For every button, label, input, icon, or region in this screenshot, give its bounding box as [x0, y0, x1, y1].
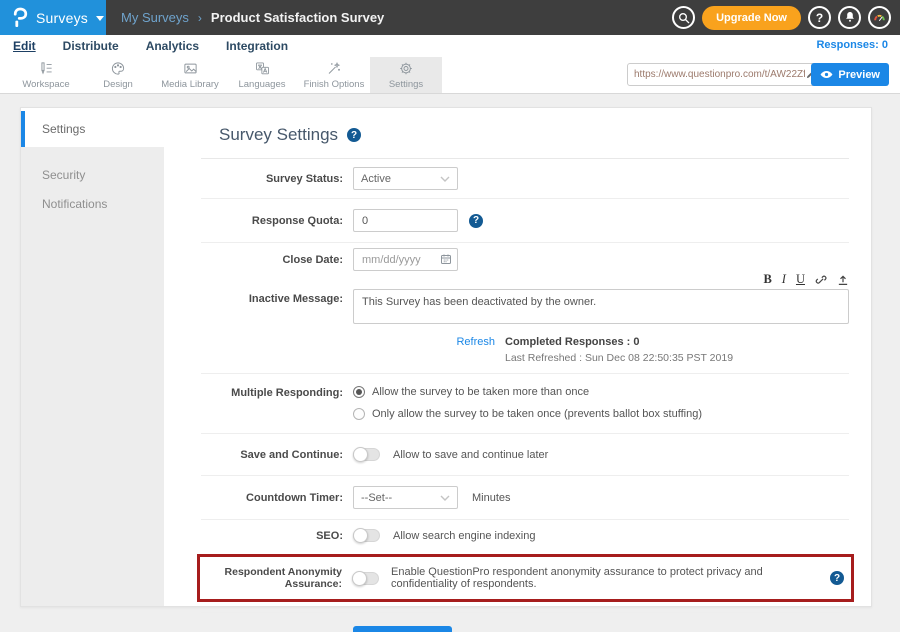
chevron-down-icon [440, 495, 450, 501]
save-row: Save Changes [201, 613, 849, 632]
survey-status-row: Survey Status: Active [201, 159, 849, 199]
completed-responses-text: Completed Responses : 0 [505, 336, 733, 348]
toolbar-tab-design[interactable]: Design [82, 57, 154, 93]
seo-toggle[interactable] [353, 529, 380, 542]
settings-sidebar: Settings Security Notifications [21, 108, 164, 606]
nav-tab-distribute[interactable]: Distribute [63, 39, 119, 53]
notifications-bell-icon[interactable] [838, 6, 861, 29]
sidebar-item-settings[interactable]: Settings [21, 111, 164, 147]
seo-label: SEO: [201, 530, 353, 542]
italic-button[interactable]: I [782, 273, 786, 286]
last-refreshed-text: Last Refreshed : Sun Dec 08 22:50:35 PST… [505, 352, 733, 364]
edit-toolbar: Workspace Design Media Library Languages… [0, 57, 900, 94]
seo-text: Allow search engine indexing [393, 530, 535, 542]
eye-icon [820, 70, 833, 79]
media-library-icon [182, 61, 199, 76]
breadcrumb: My Surveys › Product Satisfaction Survey [121, 0, 384, 35]
countdown-timer-select[interactable]: --Set-- [353, 486, 458, 509]
workspace-icon [38, 61, 54, 76]
radio-option-multiple-allowed[interactable]: Allow the survey to be taken more than o… [353, 386, 702, 398]
toolbar-tab-media-library[interactable]: Media Library [154, 57, 226, 93]
response-quota-label: Response Quota: [201, 215, 353, 227]
breadcrumb-my-surveys[interactable]: My Surveys [121, 10, 189, 25]
nav-tab-integration[interactable]: Integration [226, 39, 288, 53]
underline-button[interactable]: U [796, 273, 805, 286]
upgrade-now-button[interactable]: Upgrade Now [702, 6, 801, 30]
inactive-message-textarea[interactable]: This Survey has been deactivated by the … [353, 289, 849, 324]
radio-option-once-only[interactable]: Only allow the survey to be taken once (… [353, 408, 702, 420]
product-name: Surveys [36, 10, 88, 26]
settings-gear-icon [398, 61, 414, 76]
top-header-bar: Surveys My Surveys › Product Satisfactio… [0, 0, 900, 35]
bold-button[interactable]: B [763, 273, 771, 286]
anonymity-help-icon[interactable]: ? [830, 571, 844, 585]
nav-tab-analytics[interactable]: Analytics [146, 39, 199, 53]
anonymity-label: Respondent Anonymity Assurance: [200, 566, 352, 590]
help-icon[interactable]: ? [808, 6, 831, 29]
chevron-down-icon [440, 176, 450, 182]
breadcrumb-separator: › [198, 11, 202, 25]
radio-unselected-icon[interactable] [353, 408, 365, 420]
inactive-message-label: Inactive Message: [201, 272, 353, 305]
finish-options-icon [326, 61, 342, 76]
survey-status-select[interactable]: Active [353, 167, 458, 190]
countdown-timer-row: Countdown Timer: --Set-- Minutes [201, 476, 849, 520]
product-switcher[interactable]: Surveys [0, 0, 106, 35]
save-and-continue-text: Allow to save and continue later [393, 449, 548, 461]
responses-count[interactable]: Responses: 0 [816, 39, 888, 51]
header-actions: Upgrade Now ? [672, 0, 891, 35]
sidebar-inactive-group: Security Notifications [21, 147, 164, 606]
refresh-link[interactable]: Refresh [353, 336, 505, 348]
link-icon[interactable] [815, 274, 827, 286]
refresh-row: Refresh Completed Responses : 0 Last Ref… [353, 336, 849, 364]
countdown-timer-label: Countdown Timer: [201, 492, 353, 504]
countdown-minutes-text: Minutes [472, 492, 511, 504]
nav-tab-edit[interactable]: Edit [13, 39, 36, 53]
upload-image-icon[interactable] [837, 274, 849, 286]
languages-icon [254, 61, 271, 76]
settings-card: Settings Security Notifications Survey S… [20, 107, 872, 607]
survey-url-field[interactable]: https://www.questionpro.com/t/AW22Zf4yf [627, 63, 823, 86]
save-changes-button[interactable]: Save Changes [353, 626, 452, 632]
save-and-continue-row: Save and Continue: Allow to save and con… [201, 434, 849, 476]
page-title: Survey Settings [219, 125, 338, 145]
sidebar-item-security[interactable]: Security [21, 160, 164, 189]
response-quota-input[interactable] [353, 209, 458, 232]
settings-content: Survey Settings ? Survey Status: Active … [164, 108, 871, 606]
save-and-continue-toggle[interactable] [353, 448, 380, 461]
response-quota-help-icon[interactable]: ? [469, 214, 483, 228]
toolbar-tab-workspace[interactable]: Workspace [10, 57, 82, 93]
seo-row: SEO: Allow search engine indexing [201, 520, 849, 551]
chevron-down-icon [96, 16, 104, 21]
radio-selected-icon[interactable] [353, 386, 365, 398]
preview-button[interactable]: Preview [811, 63, 889, 86]
close-date-label: Close Date: [201, 254, 353, 266]
search-icon[interactable] [672, 6, 695, 29]
sidebar-item-notifications[interactable]: Notifications [21, 189, 164, 218]
anonymity-highlight-box: Respondent Anonymity Assurance: Enable Q… [197, 554, 854, 602]
toolbar-tab-languages[interactable]: Languages [226, 57, 298, 93]
toolbar-tab-settings[interactable]: Settings [370, 57, 442, 93]
survey-nav-tabs: Edit Distribute Analytics Integration Re… [0, 35, 900, 57]
close-date-input[interactable] [353, 248, 458, 271]
survey-url-text: https://www.questionpro.com/t/AW22Zf4yf [634, 69, 805, 80]
title-row: Survey Settings ? [201, 108, 849, 159]
breadcrumb-current-survey: Product Satisfaction Survey [211, 10, 384, 25]
questionpro-logo-icon [11, 7, 28, 28]
design-icon [110, 61, 126, 76]
rich-text-toolbar: B I U [353, 272, 849, 287]
multiple-responding-label: Multiple Responding: [201, 386, 353, 399]
survey-health-gauge-icon[interactable] [868, 6, 891, 29]
inactive-message-row: Inactive Message: B I U This Survey has … [201, 272, 849, 374]
survey-status-label: Survey Status: [201, 173, 353, 185]
save-and-continue-label: Save and Continue: [201, 449, 353, 461]
response-quota-row: Response Quota: ? [201, 199, 849, 243]
multiple-responding-row: Multiple Responding: Allow the survey to… [201, 374, 849, 434]
anonymity-row-wrapper: Respondent Anonymity Assurance: Enable Q… [201, 551, 849, 613]
survey-settings-help-icon[interactable]: ? [347, 128, 361, 142]
toolbar-tab-finish-options[interactable]: Finish Options [298, 57, 370, 93]
close-date-row: Close Date: [201, 243, 849, 272]
anonymity-text: Enable QuestionPro respondent anonymity … [391, 566, 822, 590]
anonymity-toggle[interactable] [352, 572, 379, 585]
